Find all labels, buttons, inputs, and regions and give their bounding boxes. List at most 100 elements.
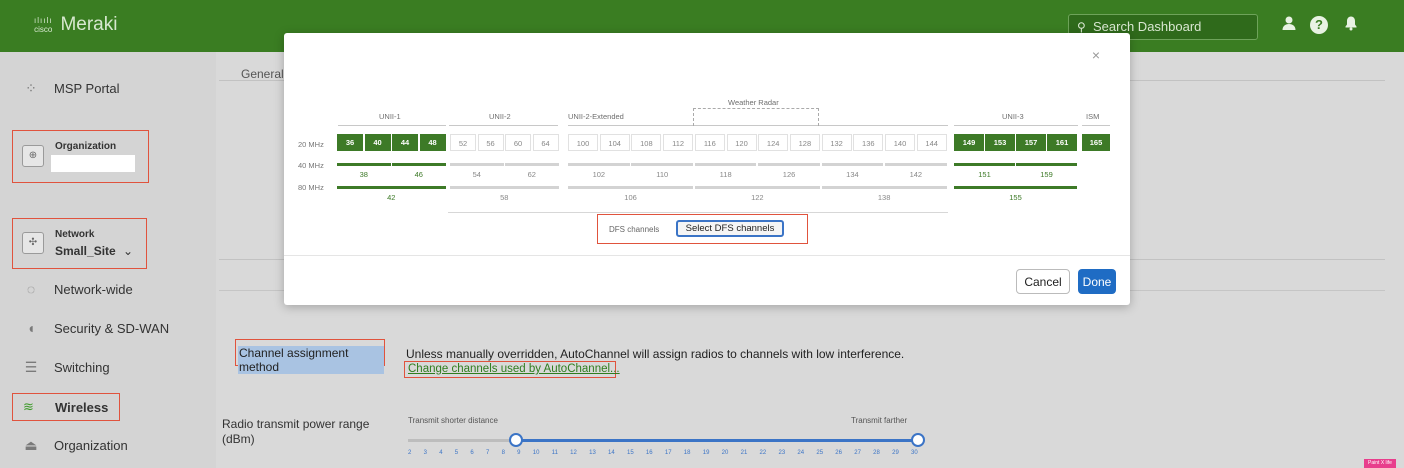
channel-80mhz-bar[interactable] xyxy=(337,186,446,189)
channel-40mhz-bar[interactable] xyxy=(450,163,504,166)
channel-20mhz-40[interactable]: 40 xyxy=(364,134,391,151)
sidebar-item-label: MSP Portal xyxy=(54,81,120,96)
sidebar-item-network-wide[interactable]: ◌ Network-wide xyxy=(22,281,133,297)
wifi-icon: ≋ xyxy=(23,399,34,414)
channel-20mhz-56[interactable]: 56 xyxy=(477,134,504,151)
channel-20mhz-48[interactable]: 48 xyxy=(419,134,446,151)
channel-40mhz-118: 118 xyxy=(719,170,732,179)
meraki-logo[interactable]: ılıılı cisco Meraki xyxy=(34,14,117,36)
channel-20mhz-165[interactable]: 165 xyxy=(1082,134,1110,151)
power-tick: 24 xyxy=(797,450,805,456)
search-placeholder: Search Dashboard xyxy=(1093,19,1202,34)
channel-80mhz-bar[interactable] xyxy=(450,186,559,189)
power-tick: 7 xyxy=(485,450,490,456)
channel-20mhz-108[interactable]: 108 xyxy=(631,134,662,151)
select-dfs-channels-button[interactable]: Select DFS channels xyxy=(676,220,784,237)
power-tick: 19 xyxy=(702,450,710,456)
channel-80mhz-bar[interactable] xyxy=(954,186,1077,189)
power-tick: 10 xyxy=(532,450,540,456)
cisco-logo-icon: ılıılı cisco xyxy=(34,16,53,34)
bell-icon[interactable] xyxy=(1341,15,1361,35)
channel-80mhz-122: 122 xyxy=(751,193,764,202)
channel-40mhz-bar[interactable] xyxy=(1016,163,1077,166)
channel-20mhz-144[interactable]: 144 xyxy=(916,134,947,151)
band-unii3: UNII-3 xyxy=(1002,112,1024,121)
channel-40mhz-62: 62 xyxy=(527,170,536,179)
network-selector[interactable]: ✣ Network Small_Site ⌄ xyxy=(12,218,147,269)
power-slider-max-handle[interactable] xyxy=(911,433,925,447)
band-unii2-line xyxy=(449,125,558,126)
band-weather-radar: Weather Radar xyxy=(728,98,779,107)
transmit-shorter-label: Transmit shorter distance xyxy=(408,416,498,425)
radio-power-label: Radio transmit power range (dBm) xyxy=(222,417,370,446)
channel-20mhz-157[interactable]: 157 xyxy=(1016,134,1046,151)
channel-20mhz-140[interactable]: 140 xyxy=(885,134,915,151)
channel-40mhz-38: 38 xyxy=(359,170,368,179)
organization-name-field xyxy=(51,155,135,172)
channel-20mhz-120[interactable]: 120 xyxy=(726,134,757,151)
sidebar-item-organization[interactable]: ⏏ Organization xyxy=(22,437,128,454)
channel-20mhz-161[interactable]: 161 xyxy=(1047,134,1077,151)
channel-20mhz-136[interactable]: 136 xyxy=(853,134,884,151)
power-tick: 17 xyxy=(664,450,672,456)
sidebar-item-label: Wireless xyxy=(55,400,109,415)
band-unii1: UNII-1 xyxy=(379,112,401,121)
channel-40mhz-bar[interactable] xyxy=(885,163,947,166)
channel-20mhz-153[interactable]: 153 xyxy=(985,134,1015,151)
power-tick: 14 xyxy=(608,450,615,456)
channel-40mhz-bar[interactable] xyxy=(392,163,446,166)
power-tick: 26 xyxy=(835,450,842,456)
channel-40mhz-bar[interactable] xyxy=(954,163,1015,166)
help-icon[interactable]: ? xyxy=(1310,16,1328,34)
channel-20mhz-128[interactable]: 128 xyxy=(789,134,820,151)
channel-20mhz-60[interactable]: 60 xyxy=(505,134,531,151)
channel-20mhz-124[interactable]: 124 xyxy=(758,134,789,151)
tab-general[interactable]: General xyxy=(241,67,284,81)
channel-20mhz-104[interactable]: 104 xyxy=(599,134,630,151)
sidebar-item-wireless[interactable]: ≋ Wireless xyxy=(12,393,120,421)
power-slider-fill xyxy=(516,439,918,442)
weather-radar-bracket xyxy=(693,108,819,126)
sidebar-item-msp-portal[interactable]: ⁘ MSP Portal xyxy=(22,80,120,97)
sidebar-item-label: Switching xyxy=(54,360,110,375)
channel-40mhz-110: 110 xyxy=(656,170,669,179)
power-tick: 4 xyxy=(439,450,443,456)
shield-icon: ◖ xyxy=(26,320,36,336)
channel-40mhz-bar[interactable] xyxy=(337,163,391,166)
channel-40mhz-bar[interactable] xyxy=(821,163,884,166)
sidebar-item-security-sd-wan[interactable]: ◖ Security & SD-WAN xyxy=(22,320,169,336)
channel-20mhz-132[interactable]: 132 xyxy=(821,134,852,151)
channel-20mhz-112[interactable]: 112 xyxy=(663,134,694,151)
channel-80mhz-bar[interactable] xyxy=(568,186,694,189)
modal-footer-divider xyxy=(284,255,1130,256)
channel-40mhz-bar[interactable] xyxy=(568,163,630,166)
channel-80mhz-58: 58 xyxy=(500,193,509,202)
done-button[interactable]: Done xyxy=(1078,269,1116,294)
user-icon[interactable] xyxy=(1279,15,1299,35)
change-channels-link[interactable]: Change channels used by AutoChannel... xyxy=(408,363,620,375)
channel-20mhz-52[interactable]: 52 xyxy=(450,134,476,151)
channel-40mhz-bar[interactable] xyxy=(631,163,694,166)
channel-40mhz-bar[interactable] xyxy=(694,163,757,166)
channel-40mhz-bar[interactable] xyxy=(505,163,559,166)
cancel-button[interactable]: Cancel xyxy=(1016,269,1070,294)
channel-20mhz-44[interactable]: 44 xyxy=(392,134,418,151)
channel-20mhz-64[interactable]: 64 xyxy=(532,134,559,151)
sidebar-item-switching[interactable]: ☰ Switching xyxy=(22,359,110,376)
channel-80mhz-bar[interactable] xyxy=(821,186,947,189)
sidebar-item-label: Organization xyxy=(54,438,128,453)
channel-40mhz-46: 46 xyxy=(414,170,423,179)
organization-selector[interactable]: ⊕ Organization xyxy=(12,130,149,183)
paint-badge: Paint X life xyxy=(1364,459,1396,468)
channel-80mhz-138: 138 xyxy=(877,193,891,202)
channel-20mhz-100[interactable]: 100 xyxy=(568,134,598,151)
channel-80mhz-bar[interactable] xyxy=(694,186,820,189)
channel-20mhz-116[interactable]: 116 xyxy=(694,134,725,151)
band-unii3-line xyxy=(954,125,1078,126)
power-slider-min-handle[interactable] xyxy=(509,433,523,447)
channel-20mhz-149[interactable]: 149 xyxy=(954,134,984,151)
channel-20mhz-36[interactable]: 36 xyxy=(337,134,363,151)
channel-40mhz-bar[interactable] xyxy=(758,163,820,166)
band-unii1-line xyxy=(338,125,446,126)
close-icon[interactable]: × xyxy=(1092,47,1100,63)
